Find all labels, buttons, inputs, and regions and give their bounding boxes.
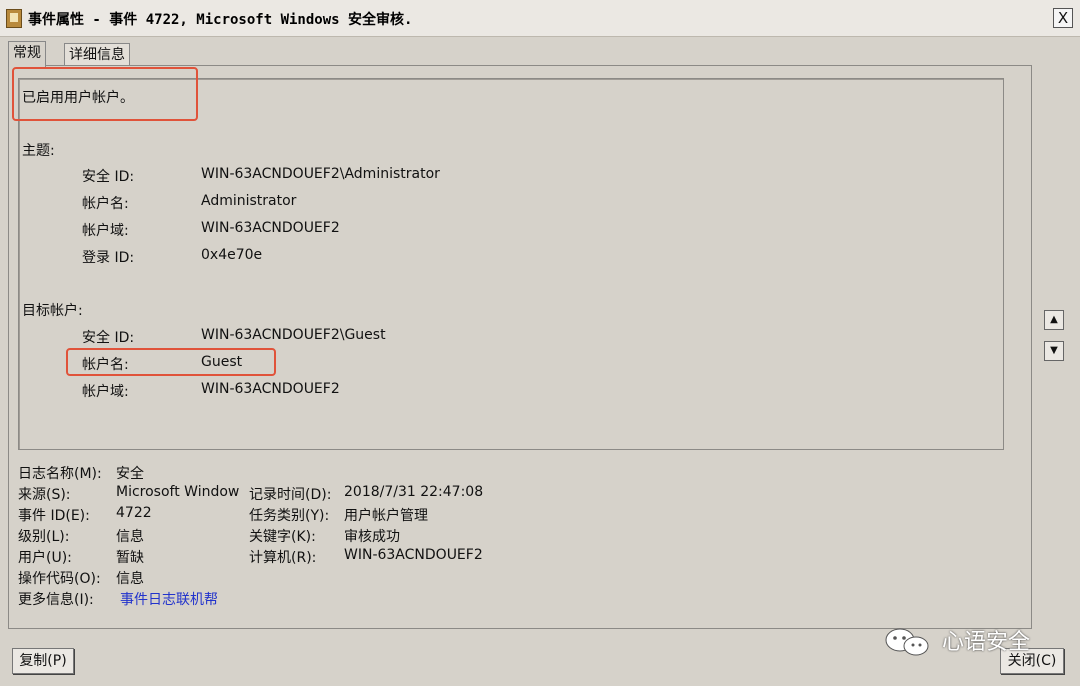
subject-heading: 主题: (22, 143, 55, 159)
subject-account-domain-value: WIN-63ACNDOUEF2 (201, 220, 340, 236)
subject-logon-id-label: 登录 ID: (82, 250, 135, 266)
source-value: Microsoft Window (116, 484, 240, 500)
task-category-label: 任务类别(Y): (249, 508, 330, 524)
target-heading: 目标帐户: (22, 303, 83, 319)
event-id-label: 事件 ID(E): (18, 508, 90, 524)
subject-security-id-label: 安全 ID: (82, 169, 135, 185)
level-value: 信息 (116, 529, 144, 545)
task-category-value: 用户帐户管理 (344, 508, 428, 524)
user-value: 暂缺 (116, 550, 144, 566)
title-bar: 事件属性 - 事件 4722, Microsoft Windows 安全审核. … (0, 0, 1080, 37)
window-close-button[interactable]: X (1053, 8, 1073, 28)
opcode-label: 操作代码(O): (18, 571, 101, 587)
computer-label: 计算机(R): (249, 550, 317, 566)
more-info-label: 更多信息(I): (18, 592, 94, 608)
arrow-down-icon[interactable]: ▼ (1044, 341, 1064, 361)
subject-account-domain-label: 帐户域: (82, 223, 129, 239)
logged-label: 记录时间(D): (249, 487, 332, 503)
annotation-box-headline (12, 67, 198, 121)
opcode-value: 信息 (116, 571, 144, 587)
target-account-domain-value: WIN-63ACNDOUEF2 (201, 381, 340, 397)
target-account-domain-label: 帐户域: (82, 384, 129, 400)
keywords-value: 审核成功 (344, 529, 400, 545)
target-security-id-value: WIN-63ACNDOUEF2\Guest (201, 327, 386, 343)
subject-logon-id-value: 0x4e70e (201, 247, 263, 263)
source-label: 来源(S): (18, 487, 71, 503)
event-id-value: 4722 (116, 505, 152, 521)
annotation-box-account-name (66, 348, 276, 376)
target-security-id-label: 安全 ID: (82, 330, 135, 346)
log-name-label: 日志名称(M): (18, 466, 102, 482)
window-title: 事件属性 - 事件 4722, Microsoft Windows 安全审核. (28, 12, 413, 28)
subject-security-id-value: WIN-63ACNDOUEF2\Administrator (201, 166, 440, 182)
user-label: 用户(U): (18, 550, 72, 566)
event-description-box (18, 78, 1004, 450)
event-viewer-icon (6, 9, 22, 28)
watermark-text: 心语安全 (942, 630, 1031, 655)
copy-button[interactable]: 复制(P) (12, 648, 74, 674)
subject-account-name-label: 帐户名: (82, 196, 129, 212)
computer-value: WIN-63ACNDOUEF2 (344, 547, 483, 563)
level-label: 级别(L): (18, 529, 70, 545)
tab-details[interactable]: 详细信息 (64, 43, 130, 66)
online-help-link[interactable]: 事件日志联机帮 (120, 589, 218, 609)
logged-value: 2018/7/31 22:47:08 (344, 484, 484, 500)
subject-account-name-value: Administrator (201, 193, 297, 209)
keywords-label: 关键字(K): (249, 529, 316, 545)
arrow-up-icon[interactable]: ▲ (1044, 310, 1064, 330)
tab-general[interactable]: 常规 (8, 41, 46, 67)
log-name-value: 安全 (116, 466, 144, 482)
